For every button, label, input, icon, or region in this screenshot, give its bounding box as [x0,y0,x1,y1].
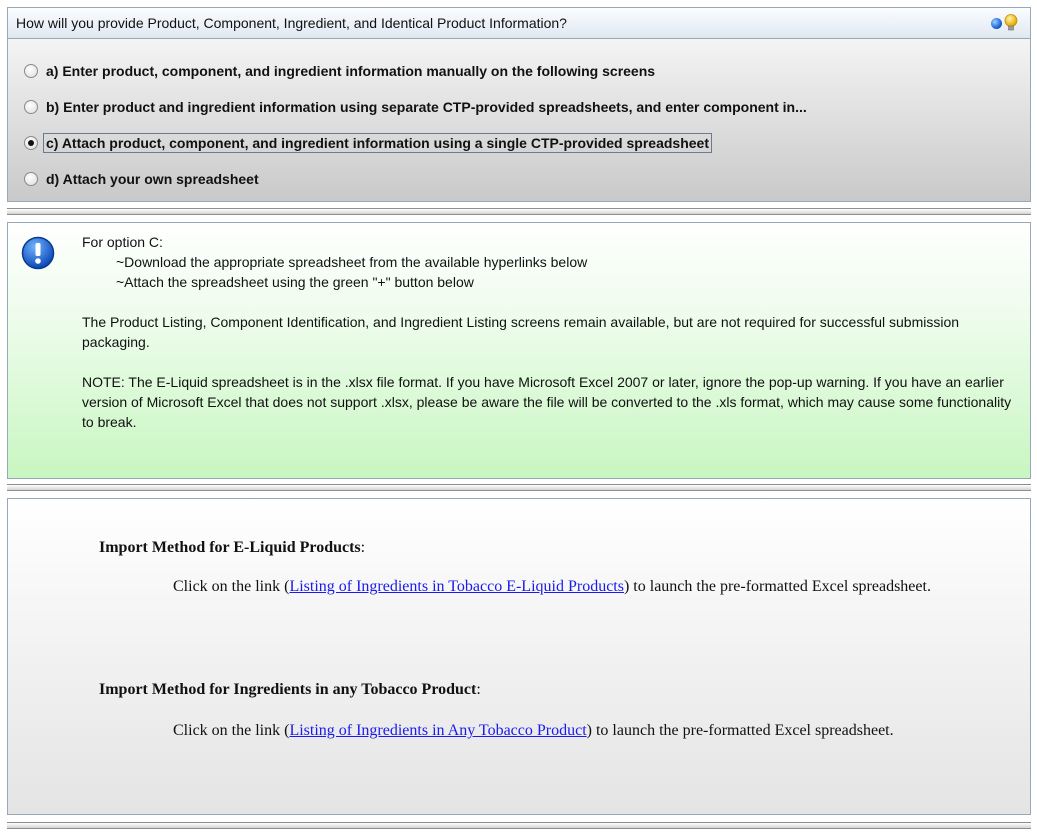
info-step-2: ~Attach the spreadsheet using the green … [116,274,474,290]
option-c[interactable]: c) Attach product, component, and ingred… [24,132,712,154]
any-tobacco-heading: Import Method for Ingredients in any Tob… [99,681,481,698]
option-b[interactable]: b) Enter product and ingredient informat… [24,96,807,118]
alert-icon [21,236,55,270]
option-a-radio[interactable] [24,64,38,78]
eliquid-heading: Import Method for E-Liquid Products: [99,539,366,556]
any-tobacco-spreadsheet-link[interactable]: Listing of Ingredients in Any Tobacco Pr… [289,722,586,739]
info-panel: For option C: ~Download the appropriate … [7,222,1031,479]
option-d-radio[interactable] [24,172,38,186]
eliquid-instructions: Click on the link (Listing of Ingredient… [173,578,931,595]
help-dot-icon[interactable] [991,17,1002,29]
question-text: How will you provide Product, Component,… [16,15,567,31]
any-tobacco-instructions: Click on the link (Listing of Ingredient… [173,722,894,739]
splitter-2[interactable] [7,484,1031,491]
option-c-radio[interactable] [24,136,38,150]
import-panel: Import Method for E-Liquid Products: Cli… [7,498,1031,815]
info-paragraph: The Product Listing, Component Identific… [82,314,960,350]
question-icons [991,14,1030,32]
splitter-1[interactable] [7,208,1031,215]
option-d-label[interactable]: d) Attach your own spreadsheet [46,171,259,187]
info-step-1: ~Download the appropriate spreadsheet fr… [116,254,588,270]
option-c-label[interactable]: c) Attach product, component, and ingred… [43,133,712,153]
lightbulb-icon[interactable] [1004,14,1018,32]
splitter-3[interactable] [7,822,1031,829]
option-b-radio[interactable] [24,100,38,114]
option-b-label[interactable]: b) Enter product and ingredient informat… [46,99,807,115]
eliquid-spreadsheet-link[interactable]: Listing of Ingredients in Tobacco E-Liqu… [289,578,624,595]
option-d[interactable]: d) Attach your own spreadsheet [24,168,259,190]
option-a-label[interactable]: a) Enter product, component, and ingredi… [46,63,655,79]
options-panel: a) Enter product, component, and ingredi… [7,39,1031,202]
option-a[interactable]: a) Enter product, component, and ingredi… [24,60,655,82]
question-header: How will you provide Product, Component,… [7,7,1031,39]
info-heading: For option C: [82,234,163,250]
info-text: For option C: ~Download the appropriate … [82,232,1012,432]
info-note: NOTE: The E-Liquid spreadsheet is in the… [82,374,1012,430]
